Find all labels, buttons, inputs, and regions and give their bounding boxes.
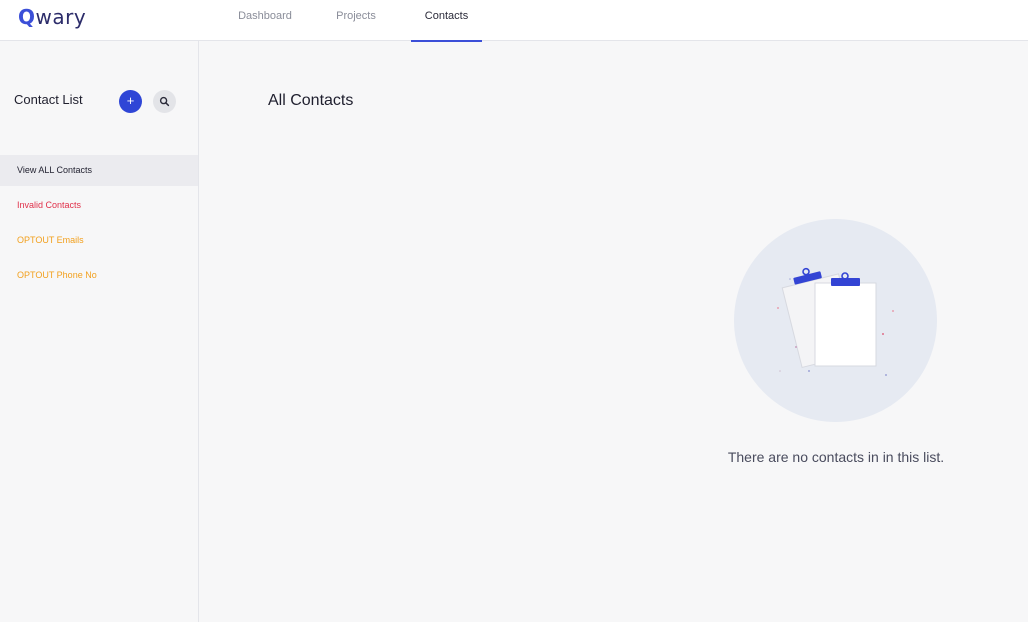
logo-letter: Q bbox=[18, 5, 36, 29]
top-navbar: Qwary Dashboard Projects Contacts bbox=[0, 0, 1028, 42]
sidebar: Contact List + View ALL Contacts Invalid… bbox=[0, 41, 199, 622]
add-contact-list-button[interactable]: + bbox=[119, 90, 142, 113]
search-icon bbox=[159, 96, 170, 107]
tab-contacts[interactable]: Contacts bbox=[411, 0, 482, 42]
sidebar-item-optout-emails[interactable]: OPTOUT Emails bbox=[0, 225, 198, 256]
sidebar-item-optout-phone[interactable]: OPTOUT Phone No bbox=[0, 260, 198, 291]
sidebar-item-view-all-contacts[interactable]: View ALL Contacts bbox=[0, 155, 198, 186]
search-button[interactable] bbox=[153, 90, 176, 113]
tab-projects[interactable]: Projects bbox=[330, 0, 382, 41]
sidebar-title: Contact List bbox=[14, 92, 83, 107]
page-title: All Contacts bbox=[268, 92, 354, 109]
qwary-logo[interactable]: Qwary bbox=[18, 5, 86, 29]
empty-state-illustration bbox=[734, 219, 937, 422]
plus-icon: + bbox=[126, 93, 135, 108]
clipboard-icon bbox=[777, 267, 894, 376]
logo-text: wary bbox=[35, 5, 87, 29]
tab-dashboard[interactable]: Dashboard bbox=[232, 0, 298, 41]
empty-state-message: There are no contacts in in this list. bbox=[727, 449, 945, 465]
sidebar-item-invalid-contacts[interactable]: Invalid Contacts bbox=[0, 190, 198, 221]
